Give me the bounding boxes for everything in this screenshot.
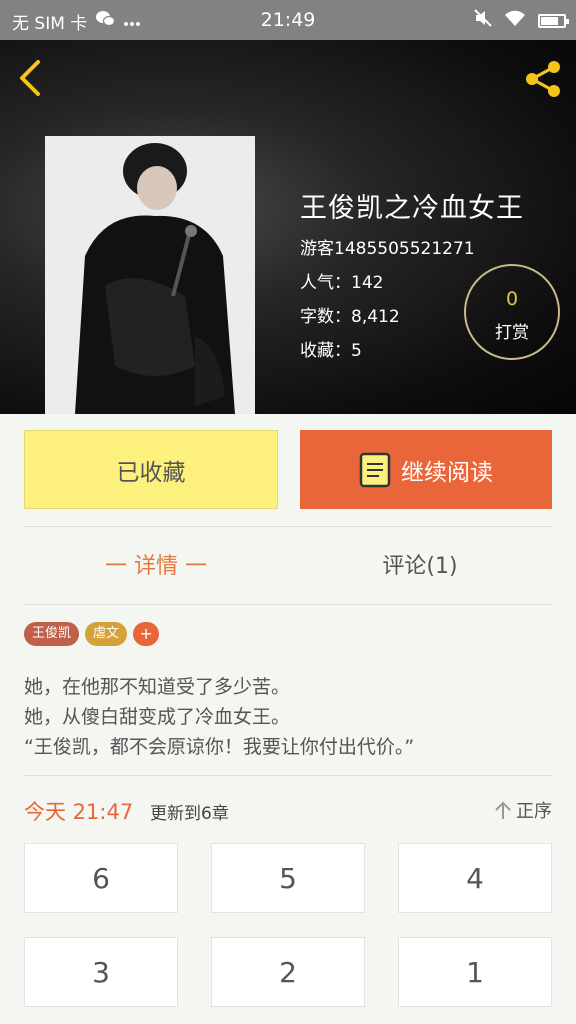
tab-comments[interactable]: 评论(1) [288,548,552,580]
reward-count: 0 [505,288,519,310]
share-icon [526,61,560,97]
chapter-button[interactable]: 2 [211,937,365,1007]
mute-icon [474,9,492,32]
wifi-icon [504,9,526,32]
book-title: 王俊凯之冷血女王 [300,193,524,224]
battery-icon [538,13,569,28]
chapter-button[interactable]: 3 [24,937,178,1007]
status-bar: 无 SIM 卡 21:49 [0,0,576,40]
back-arrow-icon [20,60,40,96]
book-header: 王俊凯之冷血女王 游客1485505521271 人气：142 字数：8,412… [0,40,576,414]
description-line: “王俊凯，都不会原谅你！我要让你付出代价。” [24,736,415,758]
favorited-label: 已收藏 [116,459,186,486]
author-label: 游客1485505521271 [300,239,475,259]
popularity-label: 人气：142 [300,273,384,293]
favorites-count-label: 收藏：5 [300,341,362,361]
book-icon [359,452,391,487]
update-time: 今天 21:47 [24,800,134,824]
reward-button[interactable]: 0 打赏 [464,264,560,360]
divider [24,604,552,605]
tag-item[interactable]: 虐文 [85,622,128,646]
book-cover-image[interactable] [45,136,255,414]
chapter-button[interactable]: 6 [24,843,178,913]
back-button[interactable] [14,56,50,100]
continue-reading-label: 继续阅读 [401,459,493,486]
chapter-button[interactable]: 5 [211,843,365,913]
description-line: 她，从傻白甜变成了冷血女王。 [24,706,291,728]
update-info: 更新到6章 [150,804,229,824]
favorited-button[interactable]: 已收藏 [24,430,278,509]
divider [24,526,552,527]
tag-item[interactable]: 王俊凯 [24,622,80,646]
word-count-label: 字数：8,412 [300,307,400,327]
sort-button[interactable]: 正序 [494,797,552,823]
tag-list: 王俊凯 虐文 + [24,622,160,646]
tab-detail[interactable]: 一 详情 一 [24,548,288,580]
divider [24,775,552,776]
chapter-button[interactable]: 4 [398,843,552,913]
book-description: 她，在他那不知道受了多少苦。 她，从傻白甜变成了冷血女王。 “王俊凯，都不会原谅… [24,672,414,762]
add-tag-button[interactable]: + [133,622,160,646]
arrow-up-icon [495,801,511,819]
sort-label: 正序 [516,801,552,822]
chapter-button[interactable]: 1 [398,937,552,1007]
description-line: 她，在他那不知道受了多少苦。 [24,676,291,698]
reward-label: 打赏 [495,323,529,343]
continue-reading-button[interactable]: 继续阅读 [300,430,552,509]
share-button[interactable] [520,56,566,102]
